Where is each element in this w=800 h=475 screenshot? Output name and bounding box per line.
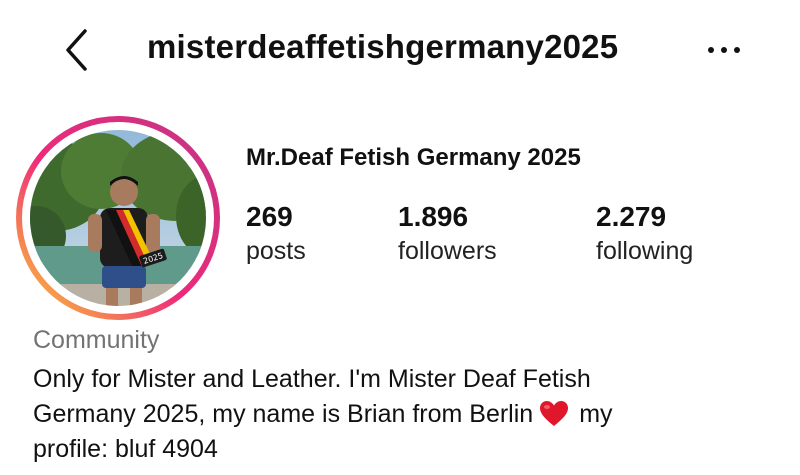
username-title: misterdeaffetishgermany2025 bbox=[147, 28, 619, 65]
followers-count: 1.896 bbox=[398, 201, 469, 232]
posts-label: posts bbox=[246, 237, 306, 265]
bio-line-2-text: Germany 2025, my name is Brian from Berl… bbox=[33, 400, 534, 428]
bio-line-3: profile: bluf 4904 bbox=[33, 435, 218, 463]
back-button[interactable] bbox=[56, 24, 96, 76]
following-count: 2.279 bbox=[596, 201, 667, 232]
red-heart-icon bbox=[540, 401, 569, 426]
more-options-button[interactable] bbox=[704, 38, 744, 62]
profile-category: Community bbox=[33, 326, 160, 354]
chevron-left-icon bbox=[66, 29, 87, 71]
posts-count: 269 bbox=[246, 201, 293, 232]
bio-line-2-end: my bbox=[579, 400, 613, 428]
following-stat[interactable]: 2.279 following bbox=[596, 200, 693, 268]
profile-header: misterdeaffetishgermany2025 bbox=[0, 0, 800, 100]
avatar-image: 2025 bbox=[16, 116, 220, 320]
avatar[interactable]: 2025 bbox=[16, 116, 220, 320]
bio-line-1: Only for Mister and Leather. I'm Mister … bbox=[33, 365, 591, 393]
bio-line-2: Germany 2025, my name is Brian from Berl… bbox=[33, 397, 773, 432]
followers-label: followers bbox=[398, 237, 497, 265]
following-label: following bbox=[596, 237, 694, 265]
followers-stat[interactable]: 1.896 followers bbox=[398, 200, 497, 268]
profile-display-name: Mr.Deaf Fetish Germany 2025 bbox=[246, 144, 581, 171]
posts-stat[interactable]: 269 posts bbox=[246, 200, 306, 268]
profile-bio: Only for Mister and Leather. I'm Mister … bbox=[33, 362, 773, 467]
more-horizontal-icon bbox=[708, 47, 740, 53]
